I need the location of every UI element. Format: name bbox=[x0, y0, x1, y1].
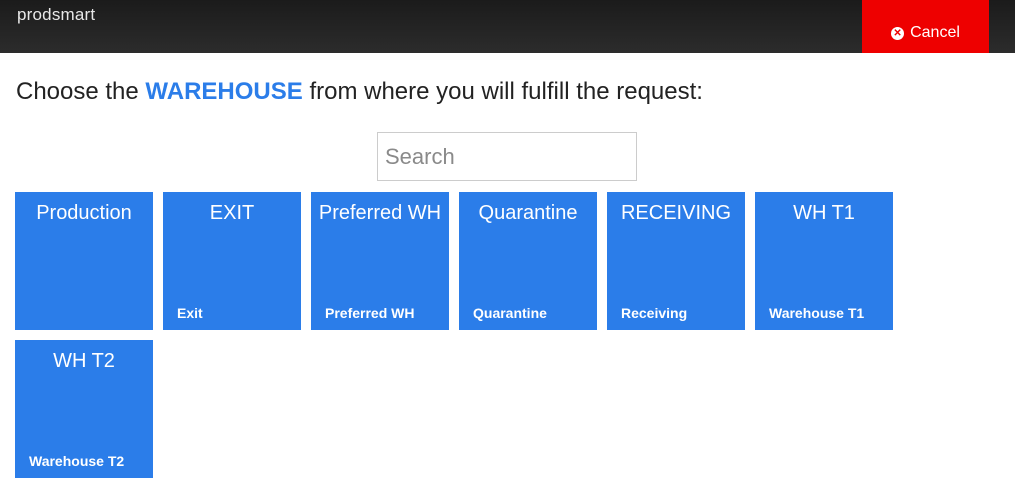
times-circle-icon: ✕ bbox=[891, 26, 905, 40]
top-bar: prodsmart ✕ Cancel bbox=[0, 0, 1015, 53]
warehouse-tile-exit[interactable]: EXIT Exit bbox=[163, 192, 301, 330]
tile-subtitle: Receiving bbox=[621, 305, 688, 321]
tile-subtitle: Preferred WH bbox=[325, 305, 415, 321]
search-input[interactable] bbox=[377, 132, 637, 181]
tile-subtitle: Quarantine bbox=[473, 305, 547, 321]
tile-subtitle: Warehouse T1 bbox=[769, 305, 865, 321]
prompt-highlight: WAREHOUSE bbox=[145, 78, 303, 105]
app-logo[interactable]: prodsmart bbox=[17, 5, 95, 25]
tile-title: Production bbox=[36, 202, 132, 224]
tile-title: WH T2 bbox=[53, 350, 115, 372]
warehouse-tile-wh-t2[interactable]: WH T2 Warehouse T2 bbox=[15, 340, 153, 478]
warehouse-tile-production[interactable]: Production bbox=[15, 192, 153, 330]
tile-title: EXIT bbox=[209, 202, 255, 224]
cancel-label: Cancel bbox=[910, 24, 960, 41]
warehouse-tile-receiving[interactable]: RECEIVING Receiving bbox=[607, 192, 745, 330]
warehouse-tile-quarantine[interactable]: Quarantine Quarantine bbox=[459, 192, 597, 330]
page-title: Choose the WAREHOUSE from where you will… bbox=[16, 78, 703, 106]
tile-title: RECEIVING bbox=[620, 202, 732, 224]
warehouse-tile-wh-t1[interactable]: WH T1 Warehouse T1 bbox=[755, 192, 893, 330]
tile-title: Quarantine bbox=[478, 202, 578, 224]
tile-title: WH T1 bbox=[793, 202, 855, 224]
tile-title: Preferred WH bbox=[318, 202, 442, 224]
prompt-text-before: Choose the bbox=[16, 78, 146, 105]
tile-subtitle: Exit bbox=[177, 305, 203, 321]
tile-subtitle: Warehouse T2 bbox=[29, 453, 125, 469]
prompt-text-after: from where you will fulfill the request: bbox=[302, 78, 703, 105]
cancel-button[interactable]: ✕ Cancel bbox=[862, 0, 989, 53]
warehouse-tile-preferred-wh[interactable]: Preferred WH Preferred WH bbox=[311, 192, 449, 330]
